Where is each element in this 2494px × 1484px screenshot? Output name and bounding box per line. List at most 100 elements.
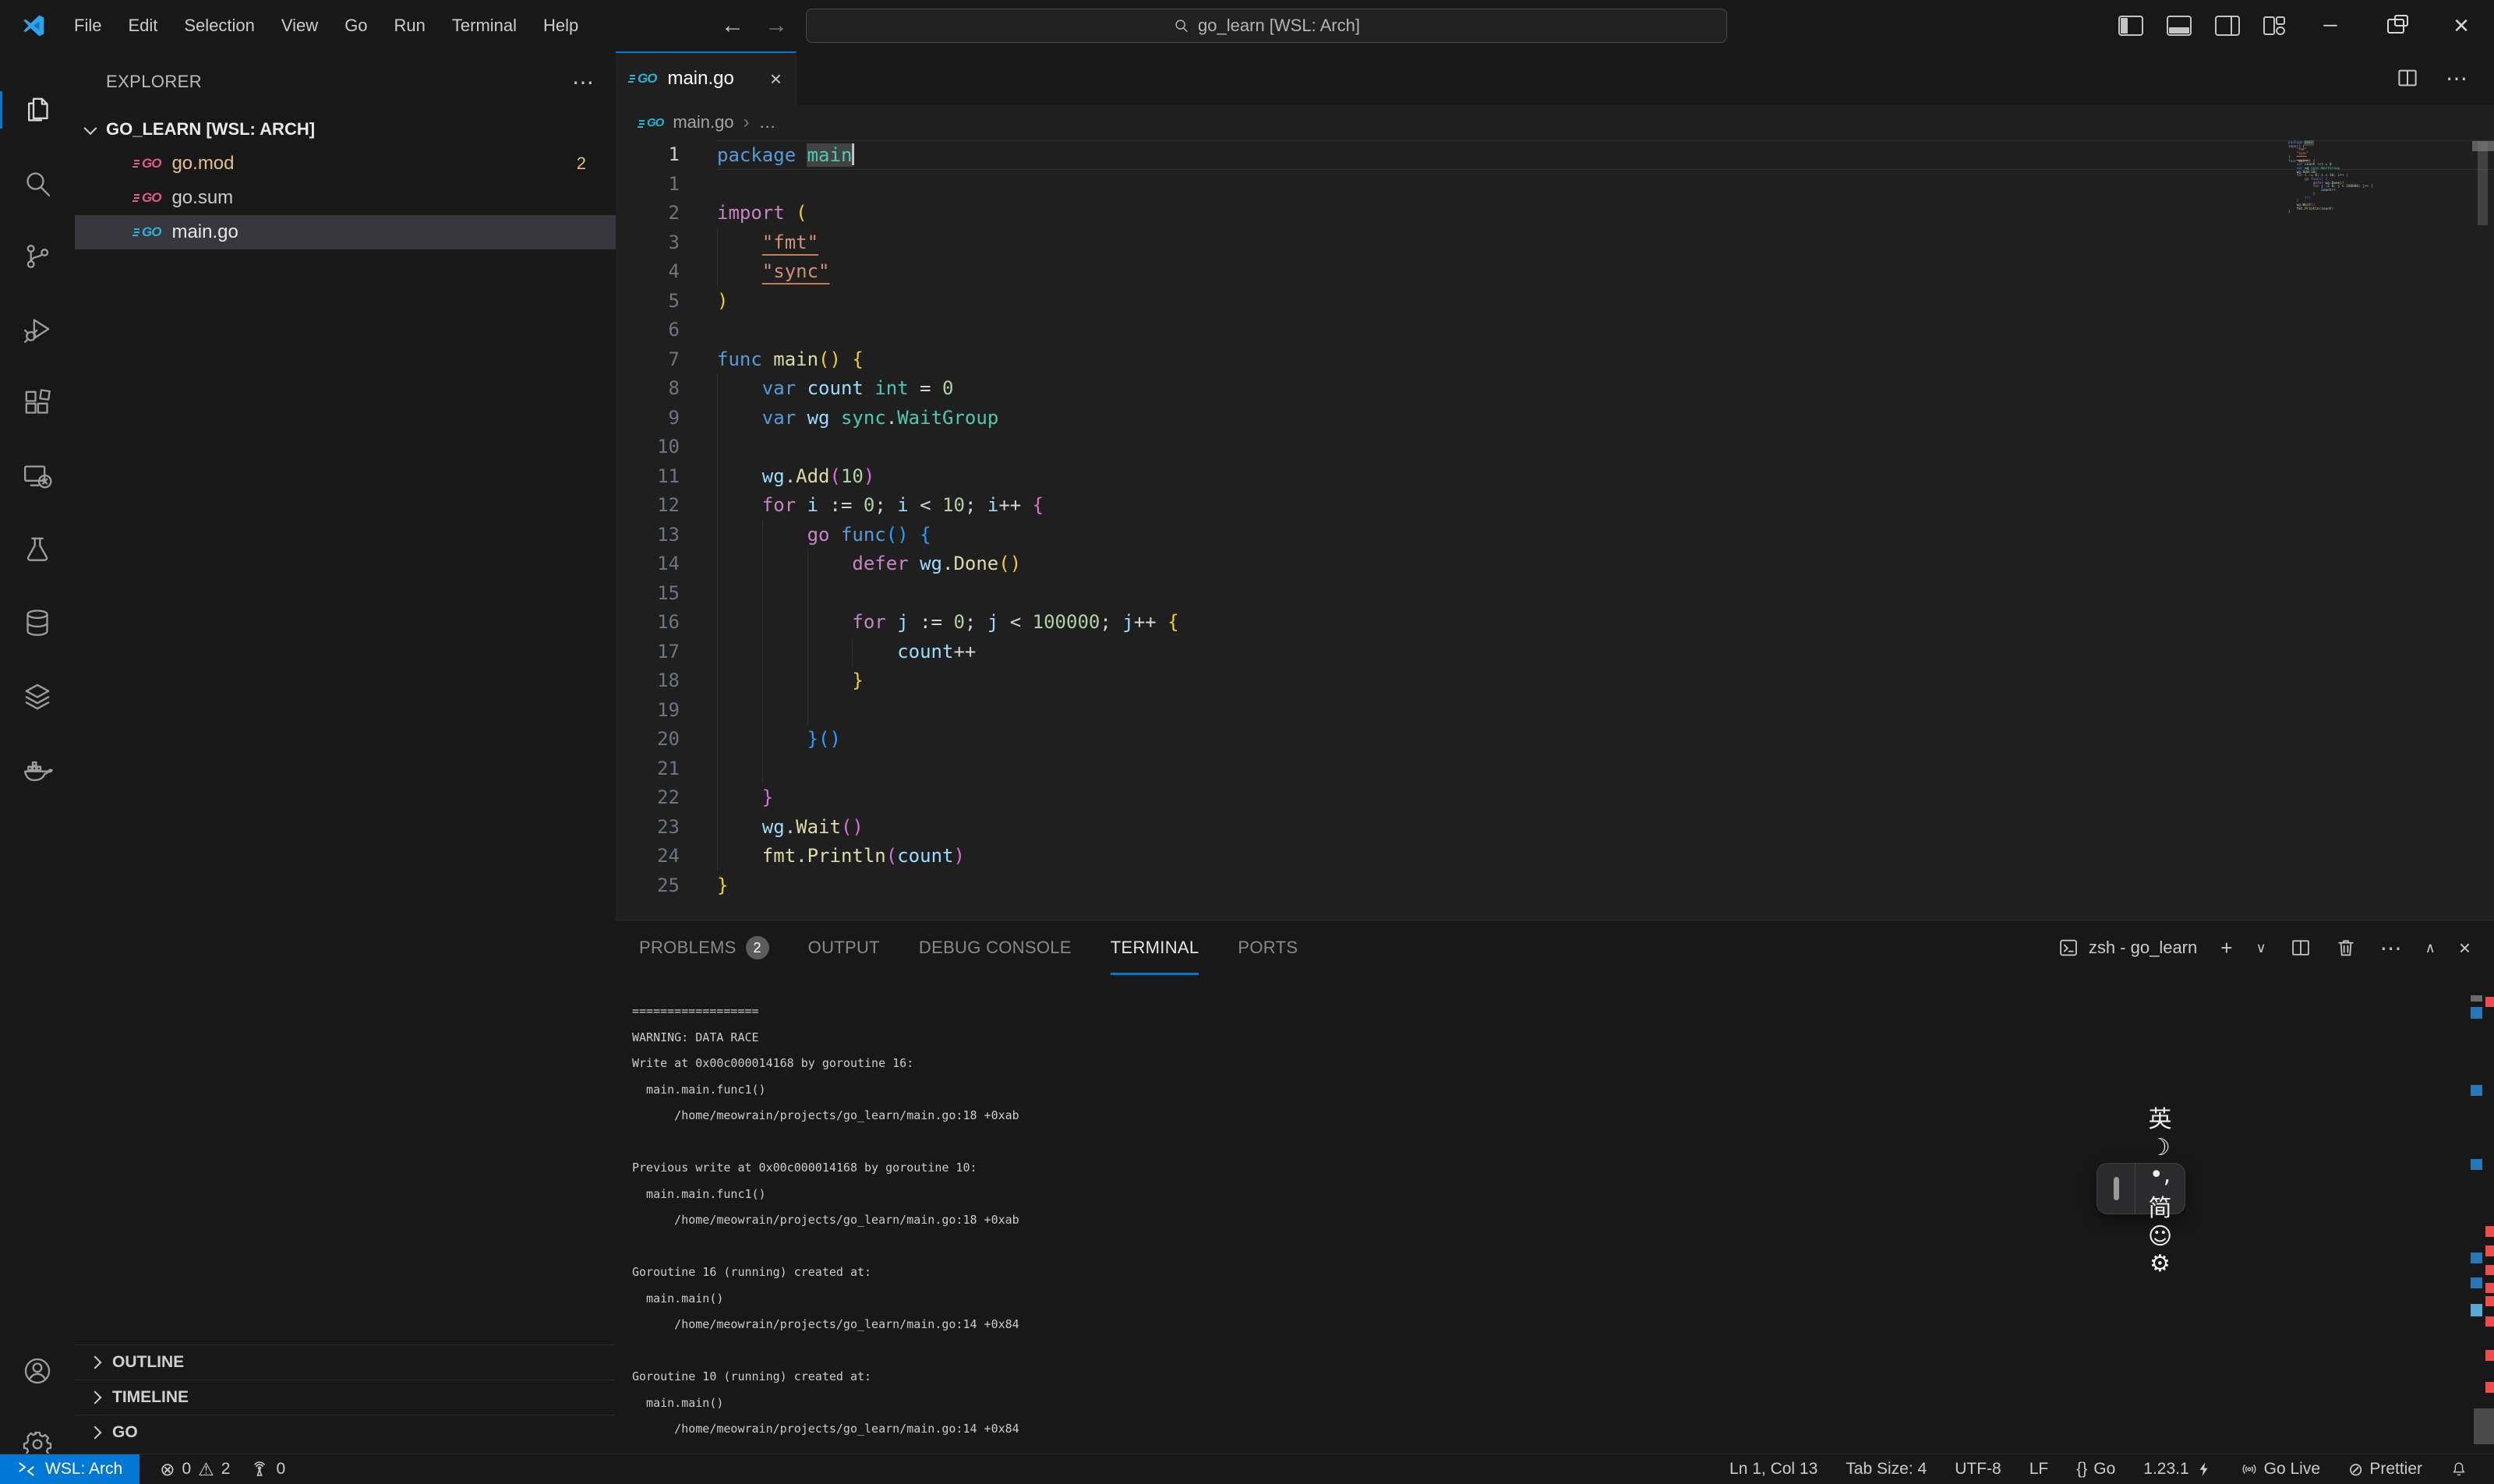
maximize-panel-icon[interactable]: ∧ <box>2425 940 2436 956</box>
menu-file[interactable]: File <box>61 0 115 51</box>
code-lines: 1package main12import (3 "fmt"4 "sync"5)… <box>616 140 2494 900</box>
explorer-more-actions-icon[interactable]: ⋯ <box>572 69 594 95</box>
menu-view[interactable]: View <box>268 0 331 51</box>
menu-edit[interactable]: Edit <box>115 0 171 51</box>
menu-help[interactable]: Help <box>530 0 592 51</box>
panel-tab-ports[interactable]: PORTS <box>1238 920 1298 975</box>
terminal-scrollbar-handle[interactable] <box>2474 1408 2494 1444</box>
line-number: 8 <box>616 374 680 404</box>
ime-emoji-picker-icon[interactable]: ☺ <box>2135 1223 2185 1250</box>
problems-indicator[interactable]: ⊗ 0 ⚠ 2 <box>160 1459 230 1480</box>
line-content: wg.Wait() <box>717 813 2494 843</box>
restore-button[interactable] <box>2363 0 2429 51</box>
section-outline[interactable]: OUTLINE <box>75 1344 616 1380</box>
go-file-icon: GO <box>134 190 161 206</box>
activity-search-icon[interactable] <box>0 148 75 218</box>
code-line: 1 <box>616 170 2494 200</box>
line-number: 16 <box>616 608 680 638</box>
file-row-go-sum[interactable]: GOgo.sum <box>75 181 616 215</box>
toggle-primary-sidebar-icon[interactable] <box>2118 16 2143 36</box>
activity-run-and-debug-icon[interactable] <box>0 295 75 365</box>
menu-run[interactable]: Run <box>381 0 439 51</box>
scrollbar-mark <box>2471 1277 2482 1288</box>
ports-indicator[interactable]: 0 <box>250 1460 285 1479</box>
line-number: 24 <box>616 842 680 871</box>
close-tab-icon[interactable]: × <box>770 67 782 91</box>
ime-mode-english-icon[interactable]: 英 <box>2135 1100 2185 1134</box>
breadcrumb[interactable]: GO main.go › … <box>616 104 2494 140</box>
status-encoding[interactable]: UTF-8 <box>1955 1460 2001 1479</box>
kill-terminal-icon[interactable] <box>2335 937 2357 959</box>
status-prettier[interactable]: ⊘Prettier <box>2348 1459 2422 1480</box>
ime-settings-icon[interactable]: ⚙ <box>2135 1250 2185 1277</box>
code-line: 10 <box>616 433 2494 462</box>
status-cursor-position[interactable]: Ln 1, Col 13 <box>1729 1460 1818 1479</box>
menu-go[interactable]: Go <box>331 0 380 51</box>
activity-layers-icon[interactable] <box>0 661 75 731</box>
panel-tab-debug-console[interactable]: DEBUG CONSOLE <box>919 920 1072 975</box>
status-indentation[interactable]: Tab Size: 4 <box>1846 1460 1927 1479</box>
activity-testing-icon[interactable] <box>0 514 75 585</box>
remote-indicator[interactable]: WSL: Arch <box>0 1454 140 1484</box>
status-eol[interactable]: LF <box>2029 1460 2049 1479</box>
ime-punctuation-toggle-icon[interactable]: •, <box>2135 1161 2185 1189</box>
breadcrumb-symbol[interactable]: … <box>759 112 776 132</box>
tab-label: main.go <box>667 68 733 90</box>
terminal-output[interactable]: ================== WARNING: DATA RACE Wr… <box>632 998 1019 1443</box>
file-row-go-mod[interactable]: GOgo.mod2 <box>75 147 616 181</box>
menu-selection[interactable]: Selection <box>171 0 268 51</box>
toggle-panel-icon[interactable] <box>2167 16 2192 36</box>
editor-scrollbar[interactable] <box>2478 141 2488 225</box>
line-content: defer wg.Done() <box>717 549 2494 579</box>
toggle-secondary-sidebar-icon[interactable] <box>2215 16 2240 36</box>
minimap[interactable]: package mainimport ( "fmt" "sync")func m… <box>2288 142 2483 215</box>
panel-more-actions-icon[interactable]: ⋯ <box>2380 935 2402 961</box>
activity-source-control-icon[interactable] <box>0 221 75 292</box>
ime-drag-handle[interactable] <box>2097 1164 2135 1214</box>
back-icon[interactable]: ← <box>721 12 744 39</box>
activity-explorer-icon[interactable] <box>0 75 75 145</box>
section-timeline[interactable]: TIMELINE <box>75 1380 616 1415</box>
activity-database-icon[interactable] <box>0 588 75 658</box>
customize-layout-icon[interactable] <box>2263 16 2287 35</box>
menu-terminal[interactable]: Terminal <box>439 0 530 51</box>
status-go-version[interactable]: 1.23.1 <box>2143 1460 2212 1479</box>
tab-main-go[interactable]: GO main.go × <box>616 51 797 104</box>
close-panel-icon[interactable]: × <box>2459 936 2471 960</box>
line-number: 2 <box>616 199 680 228</box>
minimize-button[interactable]: ─ <box>2298 0 2363 51</box>
status-notifications[interactable] <box>2450 1461 2468 1478</box>
project-root-folder[interactable]: GO_LEARN [WSL: ARCH] <box>75 112 616 147</box>
terminal-instance-label[interactable]: zsh - go_learn <box>2058 937 2197 959</box>
split-editor-icon[interactable] <box>2396 66 2419 90</box>
line-number: 10 <box>616 433 680 462</box>
code-editor[interactable]: 1package main12import (3 "fmt"4 "sync"5)… <box>616 140 2494 920</box>
terminal-dropdown-icon[interactable]: ∨ <box>2256 940 2266 956</box>
activity-docker-icon[interactable] <box>0 734 75 804</box>
activity-extensions-icon[interactable] <box>0 368 75 438</box>
status-label: Prettier <box>2369 1460 2422 1479</box>
panel-tab-problems[interactable]: PROBLEMS2 <box>639 920 769 975</box>
panel-tab-output[interactable]: OUTPUT <box>808 920 880 975</box>
new-terminal-icon[interactable]: + <box>2220 936 2232 960</box>
breadcrumb-file[interactable]: main.go <box>673 112 733 132</box>
activity-remote-explorer-icon[interactable] <box>0 441 75 511</box>
file-row-main-go[interactable]: GOmain.go <box>75 215 616 249</box>
close-window-button[interactable]: × <box>2429 0 2494 51</box>
line-number: 23 <box>616 813 680 843</box>
go-file-icon: GO <box>639 116 663 129</box>
ime-fullwidth-toggle-icon[interactable]: ☽ <box>2135 1134 2185 1161</box>
panel-tab-terminal[interactable]: TERMINAL <box>1111 920 1199 975</box>
line-number: 15 <box>616 579 680 609</box>
editor-more-actions-icon[interactable]: ⋯ <box>2446 65 2468 91</box>
accounts-icon[interactable] <box>0 1336 75 1406</box>
ime-simplified-toggle-icon[interactable]: 简 <box>2135 1189 2185 1223</box>
status-language-mode[interactable]: {}Go <box>2076 1460 2115 1479</box>
split-terminal-icon[interactable] <box>2290 937 2312 959</box>
status-go-live[interactable]: Go Live <box>2241 1460 2320 1479</box>
history-navigation: ← → <box>721 0 788 51</box>
command-center-search[interactable]: go_learn [WSL: Arch] <box>806 9 1727 43</box>
line-content: func main() { <box>717 345 2494 375</box>
section-go[interactable]: GO <box>75 1415 616 1450</box>
forward-icon[interactable]: → <box>765 12 788 39</box>
